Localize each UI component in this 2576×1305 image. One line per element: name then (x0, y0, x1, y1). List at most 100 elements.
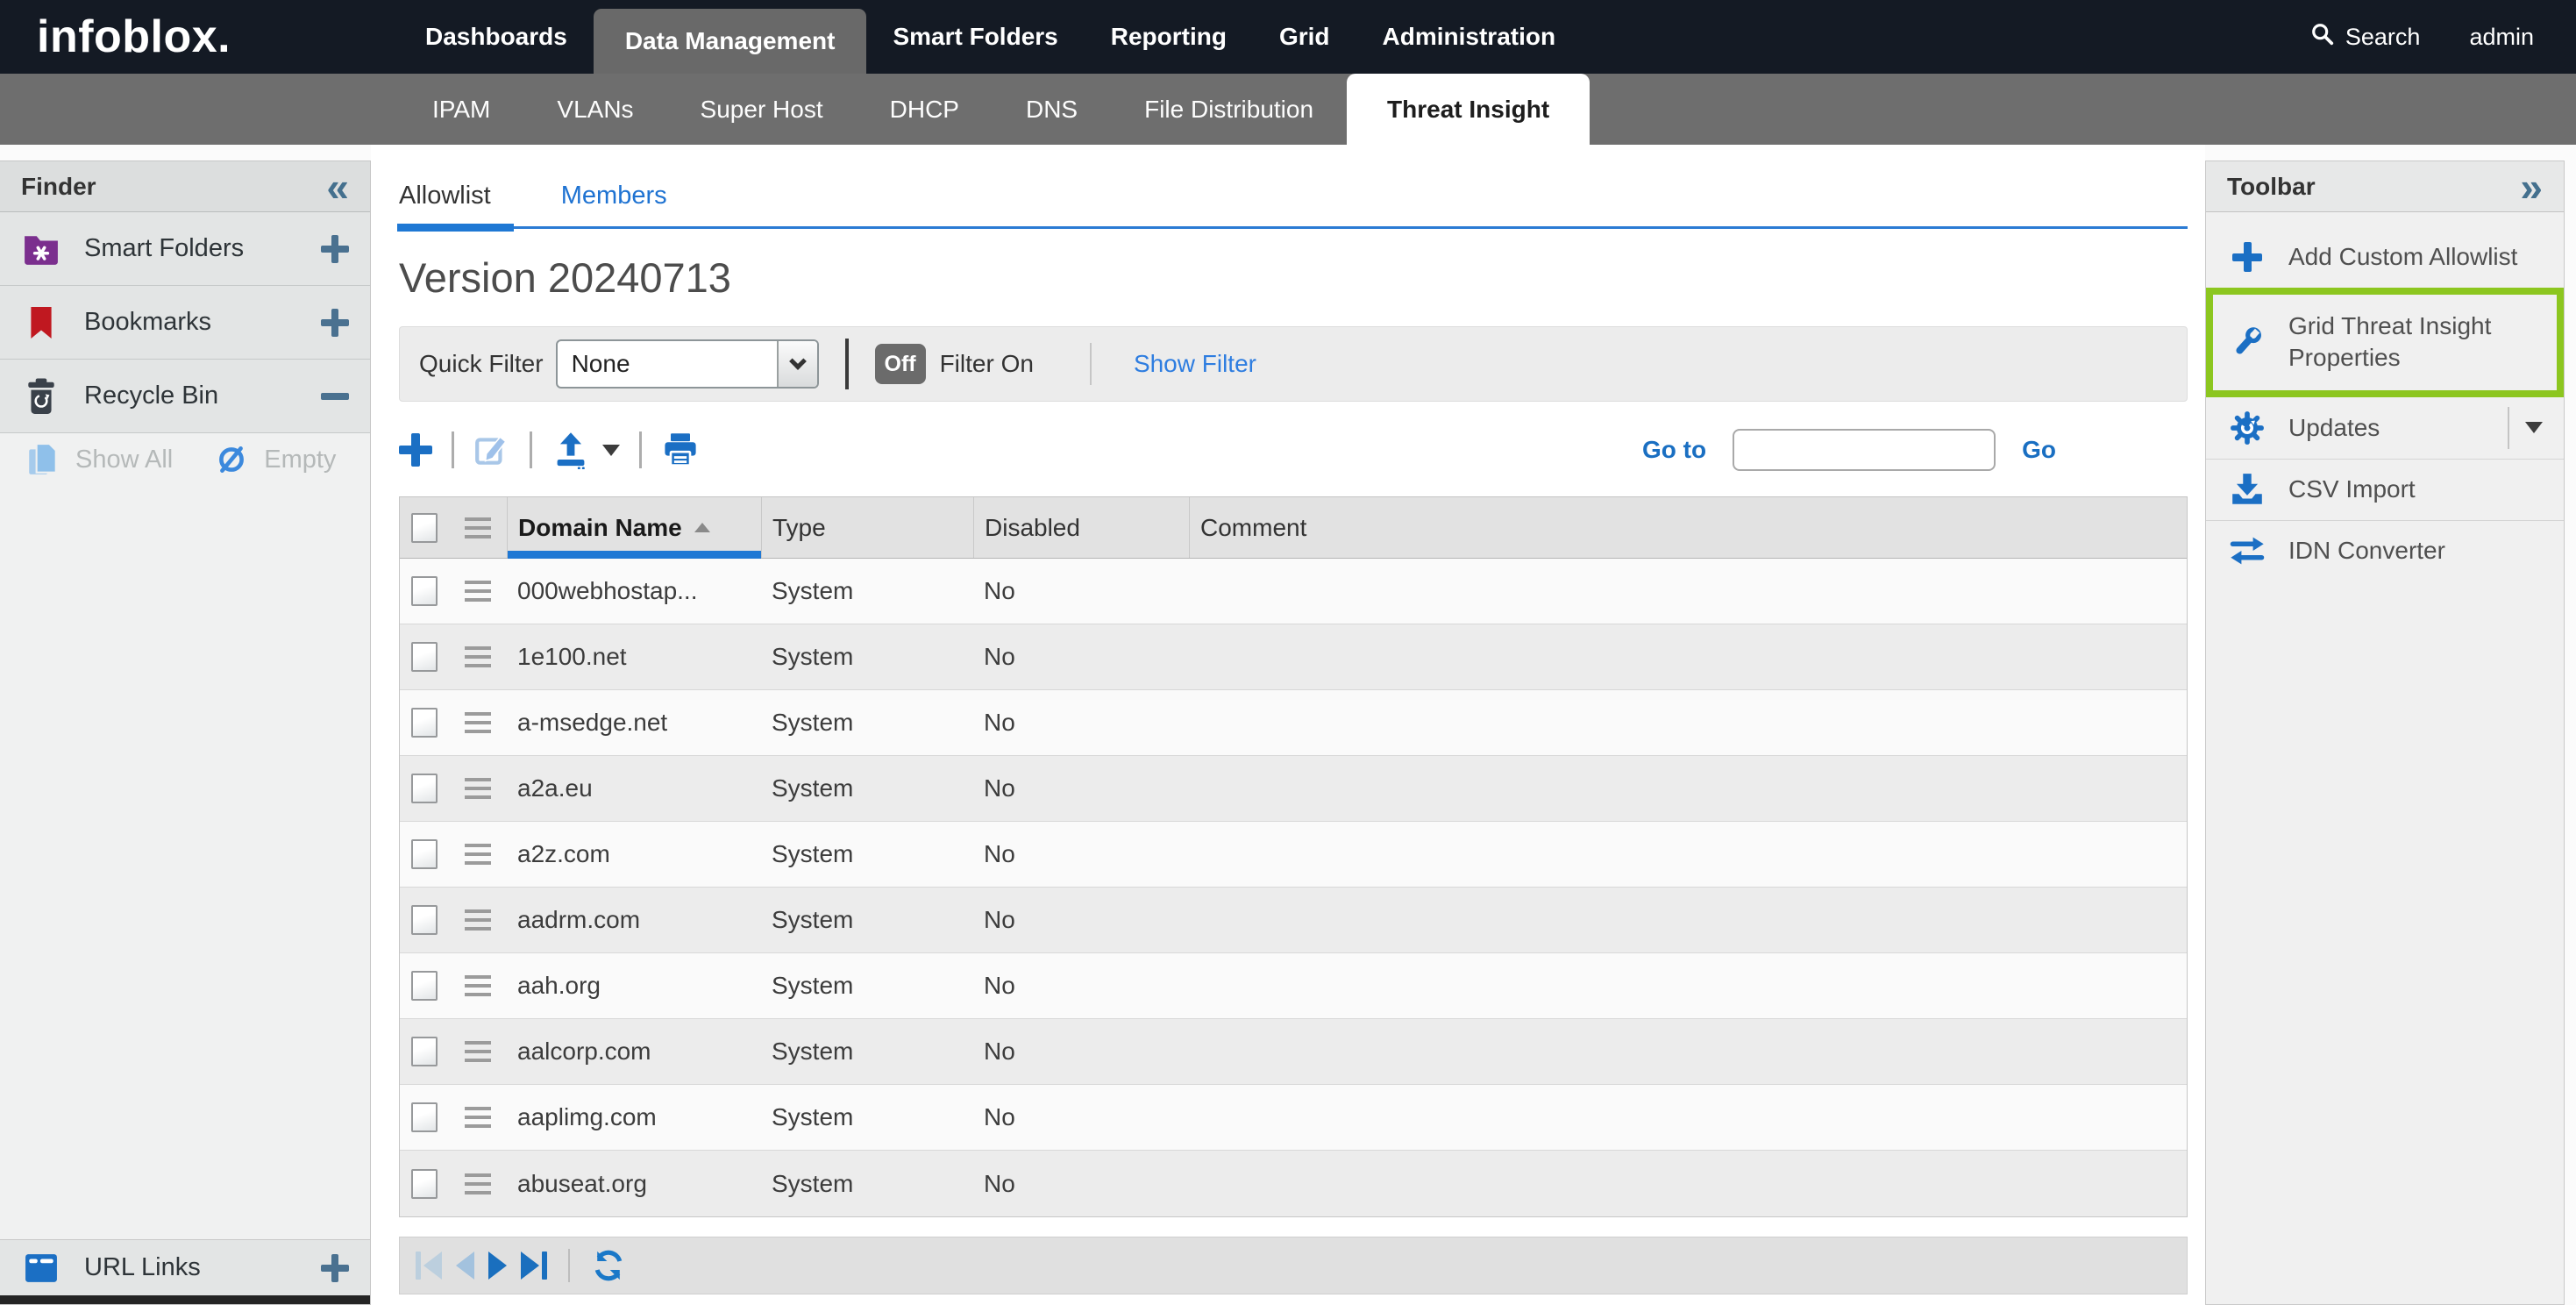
row-checkbox[interactable] (411, 1037, 438, 1066)
row-checkbox[interactable] (411, 971, 438, 1001)
select-all-checkbox[interactable] (411, 513, 438, 543)
row-menu-icon[interactable] (465, 1041, 491, 1062)
subnav-item-threat-insight[interactable]: Threat Insight (1347, 74, 1590, 145)
show-filter-link[interactable]: Show Filter (1134, 350, 1256, 378)
page-title: Version 20240713 (399, 253, 2188, 302)
sidebar-item-smart-folders[interactable]: Smart Folders (0, 212, 370, 286)
topnav-item-grid[interactable]: Grid (1253, 0, 1356, 74)
subnav-item-super-host[interactable]: Super Host (667, 74, 857, 145)
expand-smart-folders-button[interactable] (321, 235, 349, 263)
row-menu-icon[interactable] (465, 778, 491, 799)
row-menu-icon[interactable] (465, 844, 491, 865)
row-checkbox[interactable] (411, 774, 438, 803)
url-links-label: URL Links (84, 1253, 201, 1282)
edit-entry-button[interactable] (473, 431, 510, 468)
cell-type: System (761, 1103, 973, 1131)
empty-button[interactable]: Empty (211, 443, 336, 476)
row-checkbox[interactable] (411, 576, 438, 606)
row-checkbox[interactable] (411, 905, 438, 935)
topnav-item-administration[interactable]: Administration (1356, 0, 1583, 74)
row-menu-icon[interactable] (465, 581, 491, 602)
expand-panel-icon[interactable]: » (2520, 167, 2543, 207)
upload-button[interactable] (551, 431, 620, 469)
toolbar-item-csv-import[interactable]: CSV Import (2206, 459, 2564, 520)
collapse-panel-icon[interactable]: « (326, 167, 349, 207)
row-checkbox[interactable] (411, 642, 438, 672)
row-checkbox[interactable] (411, 839, 438, 869)
toolbar-item-idn-converter[interactable]: IDN Converter (2206, 520, 2564, 581)
previous-page-button[interactable] (456, 1252, 474, 1280)
row-menu-icon[interactable] (465, 1173, 491, 1194)
allowlist-table: Domain Name Type Disabled Comment 000web… (399, 496, 2188, 1217)
search-label: Search (2345, 24, 2421, 51)
subnav-item-vlans[interactable]: VLANs (523, 74, 666, 145)
row-menu-icon[interactable] (465, 646, 491, 667)
filter-toggle-button[interactable]: Off (875, 344, 926, 384)
user-menu[interactable]: admin (2469, 24, 2534, 51)
sidebar-item-bookmarks[interactable]: Bookmarks (0, 286, 370, 360)
go-button[interactable]: Go (2022, 436, 2056, 464)
updates-dropdown-button[interactable] (2508, 407, 2543, 449)
table-row[interactable]: aah.org System No (400, 953, 2187, 1019)
select-all-cell (400, 497, 449, 558)
subnav-item-dns[interactable]: DNS (993, 74, 1111, 145)
row-menu-icon[interactable] (465, 712, 491, 733)
row-menu-icon[interactable] (465, 909, 491, 931)
print-button[interactable] (661, 431, 700, 469)
url-links-icon (21, 1253, 61, 1283)
refresh-button[interactable] (591, 1248, 626, 1283)
add-entry-button[interactable] (399, 433, 432, 467)
topnav-item-data-management[interactable]: Data Management (594, 9, 867, 74)
table-row[interactable]: abuseat.org System No (400, 1151, 2187, 1216)
table-row[interactable]: a2a.eu System No (400, 756, 2187, 822)
row-menu-icon[interactable] (465, 975, 491, 996)
table-header-row: Domain Name Type Disabled Comment (400, 497, 2187, 559)
row-checkbox[interactable] (411, 1169, 438, 1199)
table-row[interactable]: 1e100.net System No (400, 624, 2187, 690)
sidebar-item-recycle-bin[interactable]: Recycle Bin (0, 360, 370, 433)
search-icon (2310, 22, 2335, 53)
collapse-recycle-bin-button[interactable] (321, 393, 349, 400)
topnav-item-dashboards[interactable]: Dashboards (399, 0, 594, 74)
table-row[interactable]: aalcorp.com System No (400, 1019, 2187, 1085)
next-page-button[interactable] (488, 1252, 507, 1280)
add-url-link-button[interactable] (321, 1254, 349, 1282)
topnav-item-reporting[interactable]: Reporting (1085, 0, 1253, 74)
column-header-type[interactable]: Type (761, 497, 973, 558)
first-page-button[interactable] (416, 1252, 442, 1280)
expand-bookmarks-button[interactable] (321, 309, 349, 337)
show-all-button[interactable]: Show All (23, 442, 173, 477)
row-menu-icon[interactable] (465, 1107, 491, 1128)
column-header-disabled[interactable]: Disabled (973, 497, 1189, 558)
subnav-item-dhcp[interactable]: DHCP (857, 74, 993, 145)
print-icon (661, 431, 700, 469)
global-search-button[interactable]: Search (2310, 22, 2421, 53)
column-header-comment[interactable]: Comment (1189, 497, 2187, 558)
goto-input[interactable] (1733, 429, 1996, 471)
pagination-bar (399, 1237, 2188, 1294)
table-row[interactable]: aadrm.com System No (400, 888, 2187, 953)
row-checkbox[interactable] (411, 708, 438, 738)
row-checkbox[interactable] (411, 1102, 438, 1132)
toolbar-column: Toolbar » Add Custom Allowlist Grid Thre… (2205, 145, 2576, 1305)
table-row[interactable]: a2z.com System No (400, 822, 2187, 888)
table-menu-icon[interactable] (465, 517, 491, 538)
tab-members[interactable]: Members (561, 182, 667, 226)
sidebar-item-url-links[interactable]: URL Links (0, 1239, 370, 1295)
toolbar-item-updates[interactable]: Updates (2206, 397, 2564, 459)
last-page-button[interactable] (521, 1252, 547, 1280)
topnav-item-smart-folders[interactable]: Smart Folders (866, 0, 1084, 74)
subnav-item-ipam[interactable]: IPAM (399, 74, 523, 145)
column-header-domain-name[interactable]: Domain Name (507, 497, 761, 558)
table-row[interactable]: 000webhostap... System No (400, 559, 2187, 624)
tab-allowlist[interactable]: Allowlist (399, 182, 491, 226)
upload-dropdown-caret-icon[interactable] (602, 445, 620, 456)
bookmark-icon (21, 306, 61, 339)
quick-filter-select[interactable]: None (556, 339, 819, 389)
table-row[interactable]: aaplimg.com System No (400, 1085, 2187, 1151)
toolbar-item-add-custom-allowlist[interactable]: Add Custom Allowlist (2206, 226, 2564, 288)
toolbar-item-grid-threat-insight-properties[interactable]: Grid Threat Insight Properties (2206, 288, 2564, 397)
table-row[interactable]: a-msedge.net System No (400, 690, 2187, 756)
subnav-item-file-distribution[interactable]: File Distribution (1111, 74, 1347, 145)
quick-filter-dropdown-button[interactable] (777, 341, 817, 387)
